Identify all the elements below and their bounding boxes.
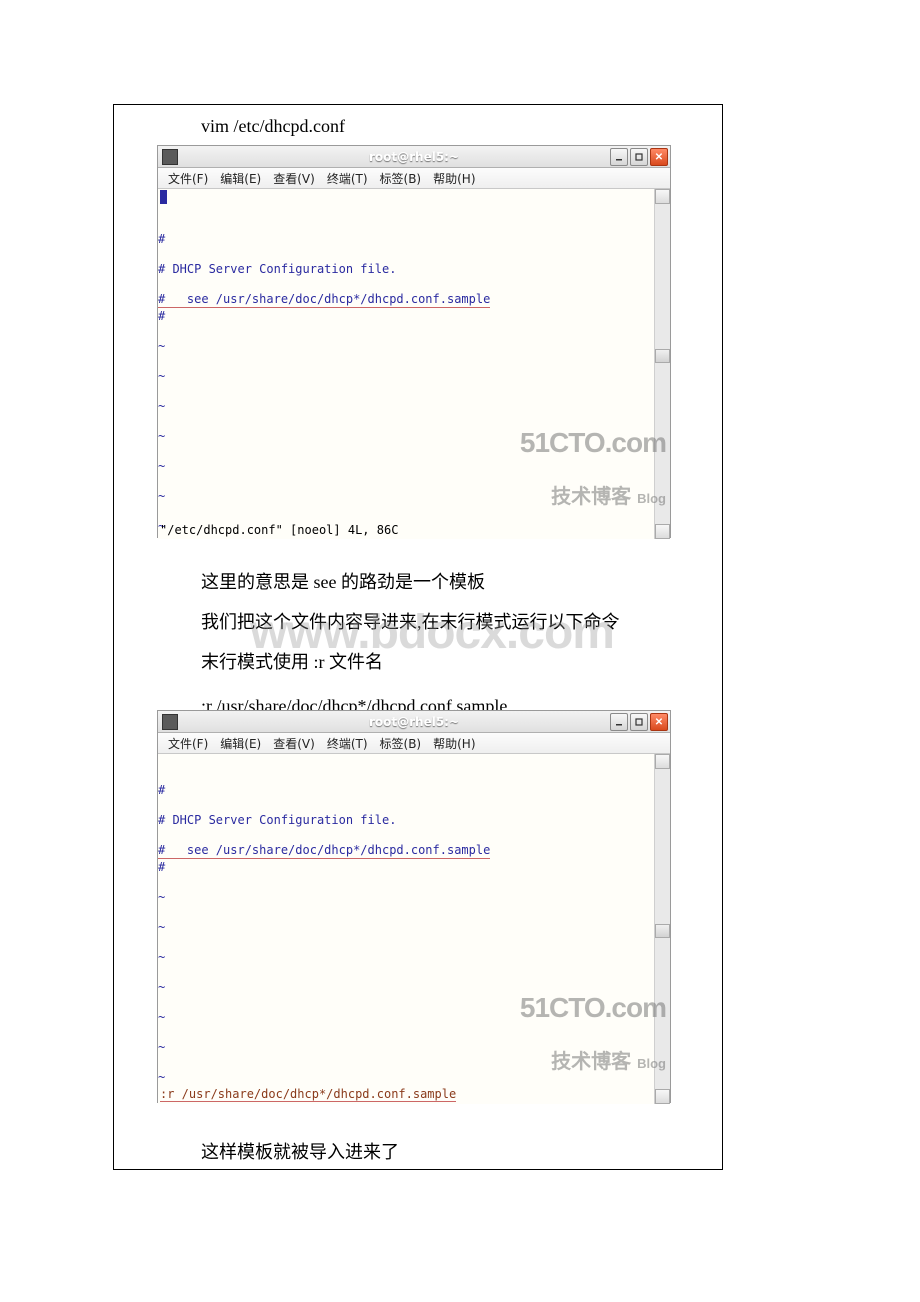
titlebar[interactable]: root@rhel5:~ ✕ [158,711,670,733]
code-line: # [158,308,670,324]
code-line: # [158,231,670,247]
scroll-up-button[interactable] [655,754,670,769]
cmd-line: vim /etc/dhcpd.conf [201,114,345,138]
menu-terminal[interactable]: 终端(T) [323,169,372,188]
scroll-thumb[interactable] [655,349,670,363]
para-3: 末行模式使用 :r 文件名 [201,650,383,674]
minimize-button[interactable] [610,148,628,166]
maximize-button[interactable] [630,148,648,166]
terminal-window-2: root@rhel5:~ ✕ 文件(F) 编辑(E) 查看(V) 终端(T) 标… [157,710,671,1103]
menu-terminal[interactable]: 终端(T) [323,734,372,753]
code-line: # see /usr/share/doc/dhcp*/dhcpd.conf.sa… [158,291,490,308]
scrollbar[interactable] [654,754,670,1104]
tilde-line: ~ [158,949,670,965]
scroll-thumb[interactable] [655,924,670,938]
tilde-line: ~ [158,1009,670,1025]
terminal-window-1: root@rhel5:~ ✕ 文件(F) 编辑(E) 查看(V) 终端(T) 标… [157,145,671,538]
scroll-up-button[interactable] [655,189,670,204]
close-button[interactable]: ✕ [650,713,668,731]
tilde-line: ~ [158,398,670,414]
menu-view[interactable]: 查看(V) [269,169,319,188]
para-1: 这里的意思是 see 的路劲是一个模板 [201,570,485,594]
tilde-line: ~ [158,1039,670,1055]
menu-help[interactable]: 帮助(H) [429,169,479,188]
scroll-down-button[interactable] [655,524,670,539]
tilde-line: ~ [158,338,670,354]
close-button[interactable]: ✕ [650,148,668,166]
tilde-line: ~ [158,889,670,905]
menu-tabs[interactable]: 标签(B) [376,734,426,753]
tilde-line: ~ [158,1069,670,1085]
window-title: root@rhel5:~ [158,715,670,729]
close-icon: ✕ [655,152,663,163]
menubar: 文件(F) 编辑(E) 查看(V) 终端(T) 标签(B) 帮助(H) [158,733,670,754]
vim-status-line: "/etc/dhcpd.conf" [noeol] 4L, 86C [160,523,398,537]
vim-command-line: :r /usr/share/doc/dhcp*/dhcpd.conf.sampl… [160,1087,456,1102]
menubar: 文件(F) 编辑(E) 查看(V) 终端(T) 标签(B) 帮助(H) [158,168,670,189]
terminal-body[interactable]: # # DHCP Server Configuration file. # se… [158,189,670,539]
menu-help[interactable]: 帮助(H) [429,734,479,753]
menu-edit[interactable]: 编辑(E) [216,734,265,753]
menu-file[interactable]: 文件(F) [164,734,212,753]
scrollbar[interactable] [654,189,670,539]
code-line: # DHCP Server Configuration file. [158,261,670,277]
tilde-line: ~ [158,458,670,474]
para-5: 这样模板就被导入进来了 [201,1140,399,1164]
window-title: root@rhel5:~ [158,150,670,164]
maximize-button[interactable] [630,713,648,731]
tilde-line: ~ [158,919,670,935]
tilde-line: ~ [158,428,670,444]
cursor [160,190,167,204]
para-2: 我们把这个文件内容导进来,在末行模式运行以下命令 [201,610,620,634]
tilde-line: ~ [158,368,670,384]
terminal-body[interactable]: # # DHCP Server Configuration file. # se… [158,754,670,1104]
scroll-down-button[interactable] [655,1089,670,1104]
code-line: # see /usr/share/doc/dhcp*/dhcpd.conf.sa… [158,842,490,859]
code-line: # DHCP Server Configuration file. [158,812,670,828]
tilde-line: ~ [158,488,670,504]
menu-view[interactable]: 查看(V) [269,734,319,753]
close-icon: ✕ [655,717,663,728]
menu-tabs[interactable]: 标签(B) [376,169,426,188]
titlebar[interactable]: root@rhel5:~ ✕ [158,146,670,168]
minimize-button[interactable] [610,713,628,731]
menu-file[interactable]: 文件(F) [164,169,212,188]
tilde-line: ~ [158,979,670,995]
code-line: # [158,859,670,875]
menu-edit[interactable]: 编辑(E) [216,169,265,188]
code-line: # [158,782,670,798]
